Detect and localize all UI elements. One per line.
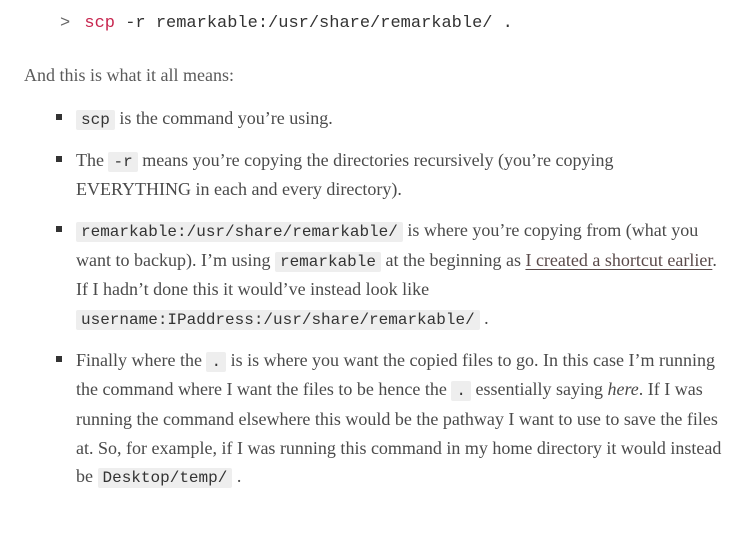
- item-text: is the command you’re using.: [115, 108, 333, 128]
- explanation-list: scp is the command you’re using. The -r …: [24, 98, 726, 498]
- command-name: scp: [84, 14, 115, 33]
- list-item: Finally where the . is is where you want…: [56, 340, 726, 498]
- item-text: Finally where the: [76, 350, 206, 370]
- inline-code: -r: [108, 152, 137, 172]
- list-item: scp is the command you’re using.: [56, 98, 726, 140]
- list-item: remarkable:/usr/share/remarkable/ is whe…: [56, 210, 726, 340]
- inline-code: remarkable:/usr/share/remarkable/: [76, 222, 403, 242]
- shortcut-link[interactable]: I created a shortcut earlier: [525, 250, 712, 270]
- item-text: .: [232, 466, 241, 486]
- prompt-symbol: >: [60, 14, 74, 33]
- inline-code: .: [451, 381, 471, 401]
- item-text: .: [480, 308, 489, 328]
- list-item: The -r means you’re copying the director…: [56, 140, 726, 210]
- inline-code: Desktop/temp/: [98, 468, 233, 488]
- inline-code: .: [206, 352, 226, 372]
- command-block: > scp -r remarkable:/usr/share/remarkabl…: [24, 8, 726, 51]
- item-text: at the beginning as: [381, 250, 525, 270]
- inline-code: username:IPaddress:/usr/share/remarkable…: [76, 310, 480, 330]
- item-text: essentially saying: [471, 379, 607, 399]
- command-arguments: -r remarkable:/usr/share/remarkable/ .: [115, 14, 513, 33]
- item-text: means you’re copying the directories rec…: [76, 150, 614, 200]
- inline-code: remarkable: [275, 252, 381, 272]
- italic-text: here: [607, 379, 638, 399]
- inline-code: scp: [76, 110, 115, 130]
- lead-paragraph: And this is what it all means:: [24, 61, 726, 90]
- item-text: The: [76, 150, 108, 170]
